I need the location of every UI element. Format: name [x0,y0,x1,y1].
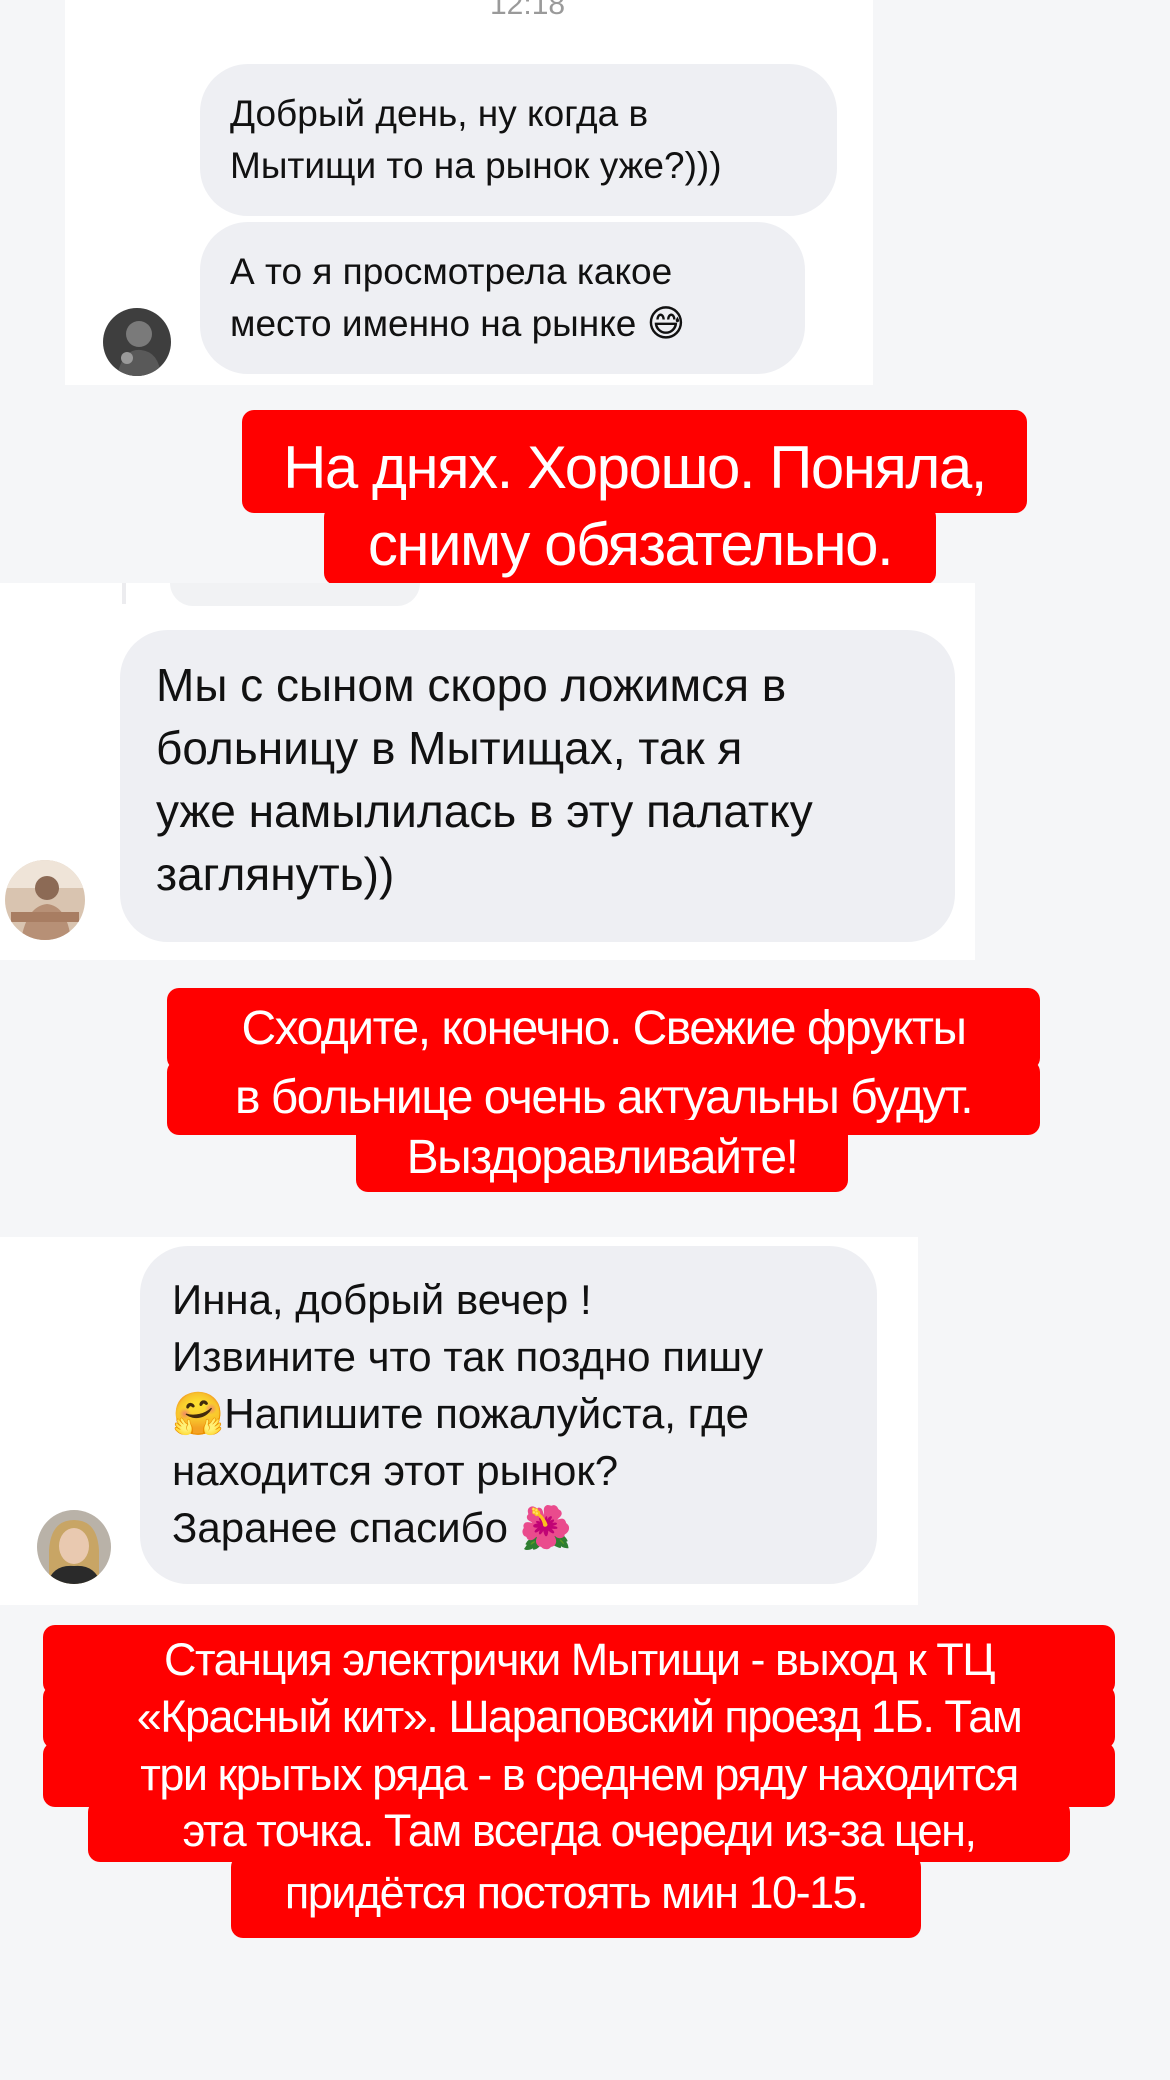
avatar-photo-icon [37,1510,111,1584]
incoming-message[interactable]: Инна, добрый вечер ! Извините что так по… [140,1246,877,1584]
avatar-photo-icon [5,860,85,940]
reply-highlight-line: три крытых ряда - в среднем ряду находит… [43,1742,1115,1807]
reply-highlight-line: На днях. Хорошо. Поняла, [242,410,1027,513]
incoming-message[interactable]: Мы с сыном скоро ложимся в больницу в Мы… [120,630,955,942]
incoming-message[interactable]: А то я просмотрела какое место именно на… [200,222,805,374]
reply-highlight-line: эта точка. Там всегда очереди из-за цен, [88,1800,1070,1862]
reply-highlight-line: сниму обязательно. [324,505,936,585]
avatar-photo-icon [103,308,171,376]
reply-highlight-line: Выздоравливайте! [356,1120,848,1192]
partial-message-fragment [170,583,420,606]
avatar[interactable] [5,860,85,940]
reply-highlight-line: «Красный кит». Шараповский проезд 1Б. Та… [43,1685,1115,1749]
reply-highlight-line: придётся постоять мин 10-15. [231,1855,921,1938]
avatar[interactable] [103,308,171,376]
avatar[interactable] [37,1510,111,1584]
message-timestamp: 12:18 [490,0,566,21]
reply-highlight-line: Сходите, конечно. Свежие фрукты [167,988,1040,1070]
partial-message-fragment [122,583,126,604]
incoming-message[interactable]: Добрый день, ну когда в Мытищи то на рын… [200,64,837,216]
